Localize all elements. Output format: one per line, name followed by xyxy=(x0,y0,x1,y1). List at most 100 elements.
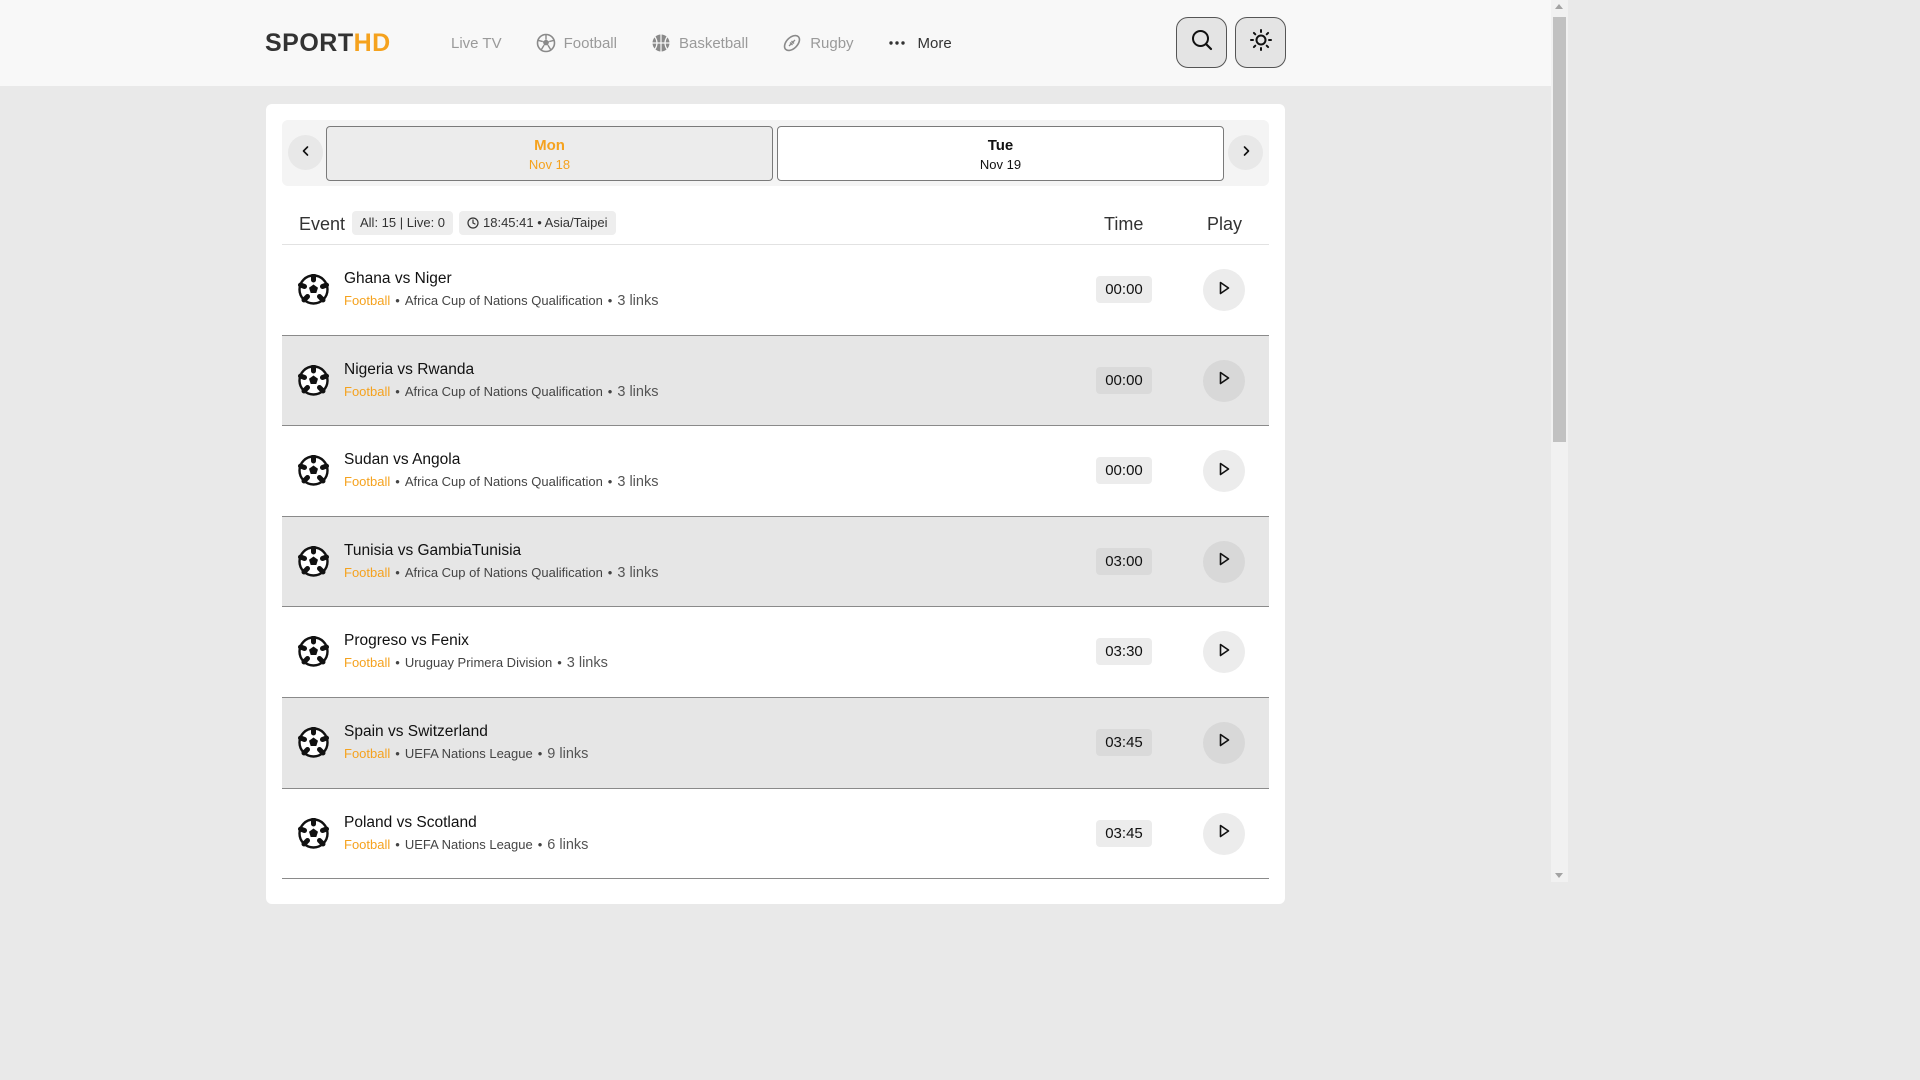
scroll-down-arrow-icon[interactable] xyxy=(1555,873,1563,878)
event-time: 03:00 xyxy=(1096,547,1152,575)
date-day-date: Nov 18 xyxy=(528,157,571,172)
nav-football[interactable]: Football xyxy=(536,33,617,53)
event-time: 00:00 xyxy=(1096,276,1152,303)
play-button[interactable] xyxy=(1203,721,1245,764)
play-icon xyxy=(1216,370,1232,391)
search-button[interactable] xyxy=(1176,17,1227,68)
date-selector: Mon Nov 18 Tue Nov 19 xyxy=(282,120,1269,186)
schedule-card: Mon Nov 18 Tue Nov 19 Event All: 15 | Li… xyxy=(266,104,1285,904)
event-time: 03:30 xyxy=(1096,638,1152,666)
play-button[interactable] xyxy=(1203,450,1245,493)
event-league: Africa Cup of Nations Qualification xyxy=(404,293,603,308)
nav-basketball[interactable]: Basketball xyxy=(651,33,748,53)
event-row[interactable]: Spain vs Switzerland Football • UEFA Natio… xyxy=(282,697,1269,789)
events-list: Ghana vs Niger Football • Africa Cup of Na… xyxy=(282,245,1269,880)
event-league: Africa Cup of Nations Qualification xyxy=(404,564,603,580)
local-clock-badge: 18:45:41 • Asia/Taipei xyxy=(459,211,616,235)
nav-rugby[interactable]: Rugby xyxy=(782,33,854,53)
event-meta: Football • Uruguay Primera Division • 3 link… xyxy=(344,655,608,672)
football-icon xyxy=(298,816,329,849)
nav-label: Live TV xyxy=(451,34,502,52)
vertical-scrollbar[interactable] xyxy=(1551,0,1568,882)
theme-toggle-button[interactable] xyxy=(1235,17,1286,68)
nav-label: Football xyxy=(563,34,617,52)
play-icon xyxy=(1216,280,1232,301)
logo-text-hd: HD xyxy=(353,29,391,57)
event-sport: Football xyxy=(344,474,391,490)
event-links: 3 links xyxy=(566,655,608,672)
event-title: Spain vs Switzerland xyxy=(344,722,488,740)
event-meta: Football • Africa Cup of Nations Qualifica… xyxy=(344,564,659,581)
prev-date-button[interactable] xyxy=(288,135,323,170)
event-count-badge: All: 15 | Live: 0 xyxy=(352,211,454,235)
event-sport: Football xyxy=(344,293,391,308)
play-button[interactable] xyxy=(1203,540,1245,583)
play-icon xyxy=(1216,823,1232,844)
event-column-header: Event xyxy=(299,214,346,234)
nav-more[interactable]: More xyxy=(888,33,952,53)
date-tab-tue[interactable]: Tue Nov 19 xyxy=(777,126,1224,181)
event-row[interactable]: Progreso vs Fenix Football • Uruguay Prime… xyxy=(282,607,1269,698)
event-time: 03:45 xyxy=(1096,819,1152,847)
play-icon xyxy=(1216,551,1232,572)
date-day-date: Nov 19 xyxy=(979,157,1022,172)
event-row[interactable]: Ghana vs Niger Football • Africa Cup of Na… xyxy=(282,245,1269,336)
football-icon xyxy=(298,725,329,758)
chevron-right-icon xyxy=(1240,144,1252,162)
event-row[interactable]: Tunisia vs GambiaTunisia Football • Africa… xyxy=(282,516,1269,608)
event-row[interactable]: Nigeria vs Rwanda Football • Africa Cup of… xyxy=(282,335,1269,427)
football-icon xyxy=(298,363,329,396)
event-sport: Football xyxy=(344,564,391,580)
sun-icon xyxy=(1249,28,1273,57)
event-sport: Football xyxy=(344,655,391,671)
event-links: 3 links xyxy=(617,474,659,491)
nav-live-tv[interactable]: Live TV xyxy=(451,35,502,52)
play-button[interactable] xyxy=(1203,359,1245,402)
logo-text-sport: SPORT xyxy=(265,29,354,57)
event-title: Poland vs Scotland xyxy=(344,813,477,831)
event-links: 3 links xyxy=(617,383,659,400)
events-table-header: Event All: 15 | Live: 0 18:45:41 • Asia/… xyxy=(282,209,1269,245)
time-column-header: Time xyxy=(1104,214,1144,234)
chevron-left-icon xyxy=(300,144,312,162)
next-date-button[interactable] xyxy=(1228,135,1263,170)
play-icon xyxy=(1216,461,1232,482)
event-title: Ghana vs Niger xyxy=(344,270,452,287)
event-meta: Football • UEFA Nations League • 9 links xyxy=(344,745,589,762)
play-button[interactable] xyxy=(1203,812,1245,855)
football-icon xyxy=(298,635,329,668)
more-dots-icon xyxy=(888,33,908,53)
date-day-name: Tue xyxy=(987,137,1014,154)
football-icon xyxy=(536,33,556,53)
event-row[interactable]: Poland vs Scotland Football • UEFA Nations… xyxy=(282,788,1269,880)
search-icon xyxy=(1190,28,1214,57)
event-meta: Football • Africa Cup of Nations Qualifica… xyxy=(344,383,659,400)
event-time: 03:45 xyxy=(1096,728,1152,756)
play-icon xyxy=(1216,642,1232,663)
event-links: 6 links xyxy=(547,836,589,853)
play-button[interactable] xyxy=(1203,631,1245,674)
event-title: Sudan vs Angola xyxy=(344,451,461,469)
event-title: Progreso vs Fenix xyxy=(344,632,469,650)
event-league: Africa Cup of Nations Qualification xyxy=(404,383,603,399)
scrollbar-thumb[interactable] xyxy=(1553,17,1566,442)
play-column-header: Play xyxy=(1207,214,1243,234)
top-header: SPORTHD Live TV Football Basketball Rugb… xyxy=(0,0,1551,86)
play-button[interactable] xyxy=(1203,269,1245,311)
date-tab-mon[interactable]: Mon Nov 18 xyxy=(326,126,773,181)
clock-text: 18:45:41 • Asia/Taipei xyxy=(483,215,608,230)
scroll-up-arrow-icon[interactable] xyxy=(1555,4,1563,9)
event-league: Africa Cup of Nations Qualification xyxy=(404,474,603,490)
event-title: Nigeria vs Rwanda xyxy=(344,360,475,378)
event-time: 00:00 xyxy=(1096,457,1152,485)
event-league: UEFA Nations League xyxy=(404,836,533,852)
play-icon xyxy=(1216,732,1232,753)
event-title: Tunisia vs GambiaTunisia xyxy=(344,541,522,559)
sporthd-logo[interactable]: SPORTHD xyxy=(265,29,391,57)
nav-label: More xyxy=(917,34,952,52)
event-row[interactable]: Sudan vs Angola Football • Africa Cup of N… xyxy=(282,426,1269,517)
date-day-name: Mon xyxy=(534,137,565,154)
football-icon xyxy=(298,544,329,577)
event-links: 3 links xyxy=(617,293,659,309)
nav-label: Rugby xyxy=(810,34,854,52)
